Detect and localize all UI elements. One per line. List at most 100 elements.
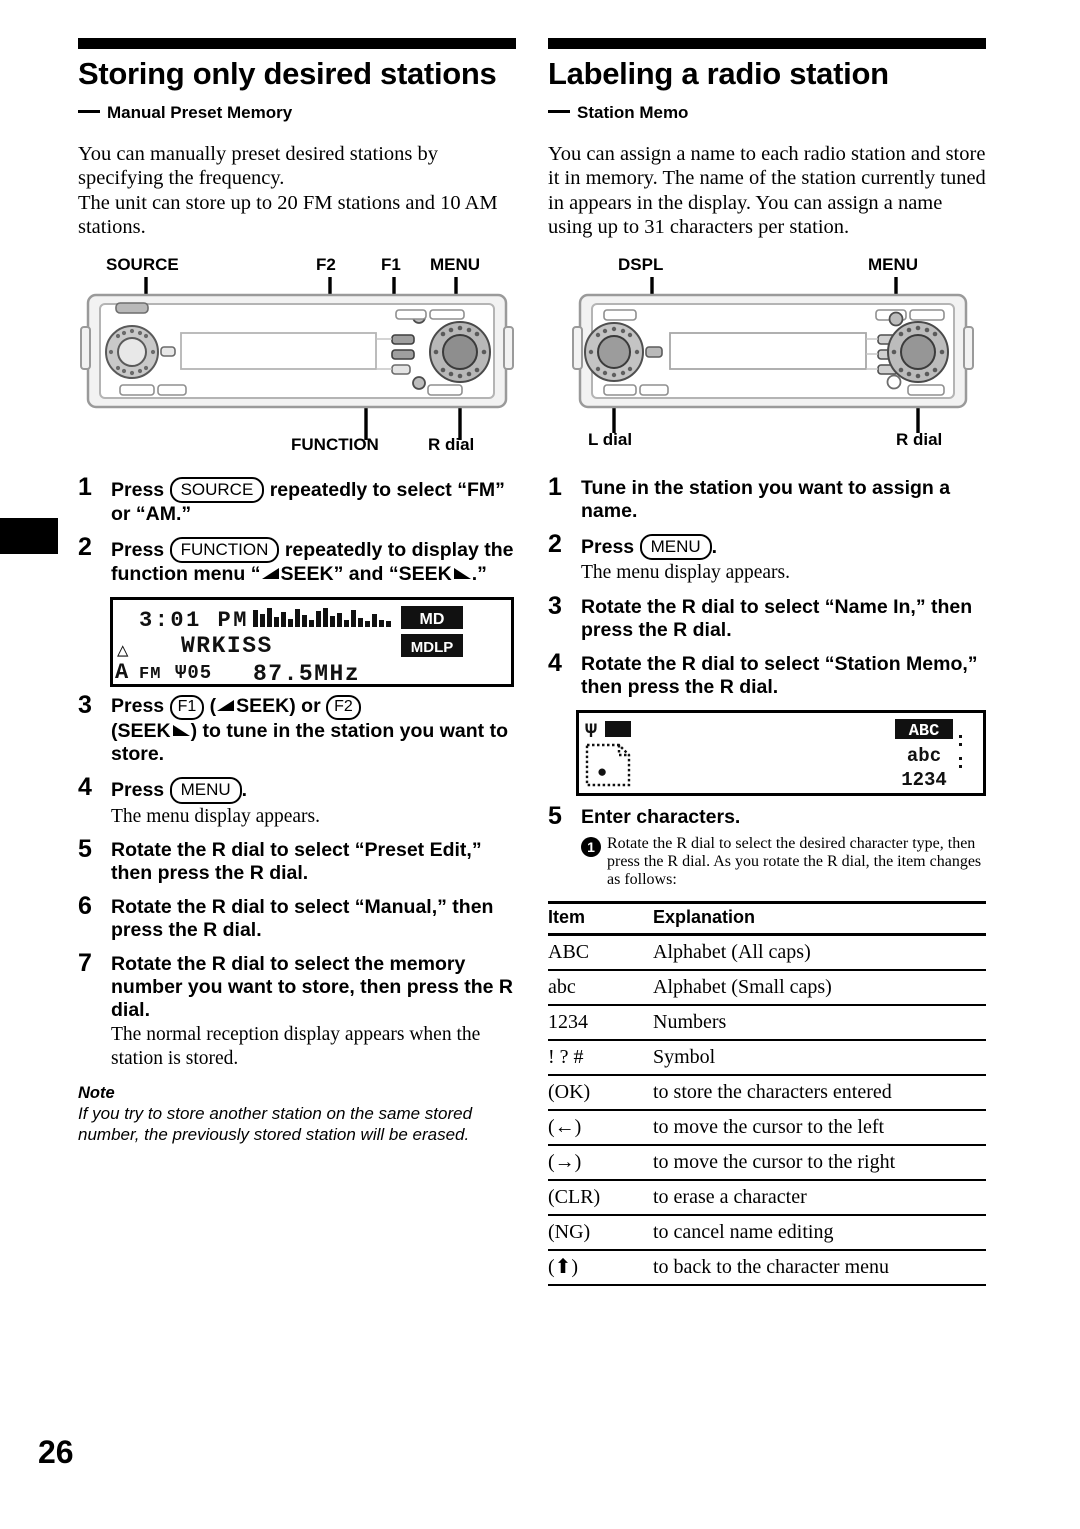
step-sub-text: The menu display appears. [111,805,321,827]
callout-f2: F2 [316,254,336,274]
note-body: If you try to store another station on t… [78,1103,473,1144]
table-cell-item: (⬆) [548,1256,579,1279]
table-cell-explanation: Symbol [653,1045,716,1068]
svg-text:MD: MD [420,611,445,628]
paren-seek: (SEEK [111,720,171,743]
unit-diagram-right: DSPL MENU L dial R dial [548,255,986,455]
note-title: Note [78,1083,115,1102]
svg-text:A: A [115,660,129,684]
table-header-explanation: Explanation [653,906,756,927]
callout-menu-right: MENU [868,254,919,274]
seek-down-triangle-icon [453,568,471,580]
dash-icon [548,109,570,113]
table-cell-explanation: to move the cursor to the right [653,1150,896,1173]
step-text-before: Press [111,695,165,718]
table-cell-explanation: to cancel name editing [653,1220,834,1243]
step-text: Press MENU. The menu display appears. [111,777,516,828]
table-cell-explanation: to move the cursor to the left [653,1115,885,1138]
step-number: 5 [548,801,562,830]
svg-text:87.5MHz: 87.5MHz [253,661,360,684]
table-cell-item: (CLR) [548,1185,601,1208]
step-text: Press MENU. The menu display appears. [581,533,986,585]
note-block: Note If you try to store another station… [78,1084,516,1145]
step-number: 3 [548,591,562,620]
substep-1: 1 Rotate the R dial to select the desire… [581,835,986,889]
character-type-table: Item Explanation ABC Alphabet (All caps)… [548,901,986,1286]
step-number: 4 [548,648,562,677]
table-cell-explanation: Alphabet (Small caps) [653,975,832,998]
menu-button[interactable]: MENU [639,533,712,561]
unit-diagram-right-svg [572,276,974,433]
svg-text:Ψ: Ψ [585,721,597,744]
subtitle-left: Manual Preset Memory [78,103,516,123]
table-cell-item: (→) [548,1151,582,1174]
callout-source: SOURCE [106,254,179,274]
step-text: Press F1 (SEEK) or F2 (SEEK) to tune in … [111,695,508,765]
callout-r-dial: R dial [428,434,475,454]
seek-up-triangle-icon [261,568,279,580]
table-cell-explanation: Numbers [653,1010,727,1033]
unit-diagram-left-svg [80,276,514,440]
table-cell-item: ! ? # [548,1045,584,1068]
table-cell-item: (←) [548,1116,582,1139]
intro-left: You can manually preset desired stations… [78,143,498,238]
step-number: 1 [78,472,92,501]
step-text-after: . [711,535,718,558]
callout-r-dial-right: R dial [896,429,943,449]
step-text: Enter characters. [581,805,741,828]
f2-button[interactable]: F2 [326,695,361,721]
table-row: (→) to move the cursor to the right [548,1145,986,1180]
manual-page: Storing only desired stations Manual Pre… [0,0,1080,1529]
f1-button[interactable]: F1 [169,695,205,721]
source-button[interactable]: SOURCE [169,476,265,504]
table-cell-item: ABC [548,940,590,963]
lcd-display-right: Ψ ● ABC abc 1234 ABC abc [576,709,986,796]
function-button[interactable]: FUNCTION [169,537,280,564]
seek-up-triangle-icon [217,700,235,712]
callout-f1: F1 [381,254,401,274]
callout-menu: MENU [430,254,481,274]
step-number: 3 [78,691,92,720]
step-sub-text: The normal reception display appears whe… [111,1024,481,1069]
step-5-left: 5 Rotate the R dial to select “Preset Ed… [78,837,516,885]
table-row: ABC Alphabet (All caps) [548,934,986,970]
page-title-left: Storing only desired stations [78,56,497,91]
page-number: 26 [38,1434,74,1470]
dash-icon [78,109,100,113]
paren-open: ( [209,695,217,718]
substep-block: 1 Rotate the R dial to select the desire… [548,835,986,889]
callout-function: FUNCTION [291,434,379,454]
table-cell-explanation: to store the characters entered [653,1080,892,1103]
step-2-right: 2 Press MENU. The menu display appears. [548,531,986,585]
step-text: Tune in the station you want to assign a… [581,476,951,522]
table-row: (⬆) to back to the character menu [548,1250,986,1285]
step-text-before: Press [581,535,635,558]
substep-bullet-icon: 1 [581,836,601,857]
step-6-left: 6 Rotate the R dial to select “Manual,” … [78,894,516,942]
lcd-left-svg: 3:01 PM MD MDLP WRKISS △ A FM Ψ05 87.5MH… [115,606,463,684]
step-text-end: .” [471,563,487,586]
svg-text:1234: 1234 [901,769,947,791]
step-4-left: 4 Press MENU. The menu display appears. [78,773,516,828]
svg-text:FM: FM [139,665,161,684]
table-row: ! ? # Symbol [548,1040,986,1075]
step-number: 4 [78,773,92,802]
table-row: (OK) to store the characters entered [548,1075,986,1110]
svg-text:△: △ [117,640,129,662]
svg-text:3:01 PM: 3:01 PM [139,608,249,633]
subtitle-right: Station Memo [548,102,986,123]
svg-text:WRKISS: WRKISS [181,633,273,659]
step-3-left: 3 Press F1 (SEEK) or F2 (SEEK) to tune i… [78,691,516,766]
step-4-right: 4 Rotate the R dial to select “Station M… [548,648,986,699]
unit-diagram-left: SOURCE F2 F1 MENU FUNCTION R dial [78,255,516,455]
subtitle-right-label: Station Memo [577,102,689,122]
menu-button[interactable]: MENU [169,777,242,804]
table-row: (←) to move the cursor to the left [548,1110,986,1145]
step-text-before: Press [111,779,165,802]
svg-text:abc: abc [907,745,941,767]
step-number: 1 [548,472,562,501]
table-cell-item: (OK) [548,1080,591,1103]
section-rule [78,38,516,49]
table-cell-item: 1234 [548,1010,588,1033]
table-cell-explanation: to erase a character [653,1185,807,1208]
